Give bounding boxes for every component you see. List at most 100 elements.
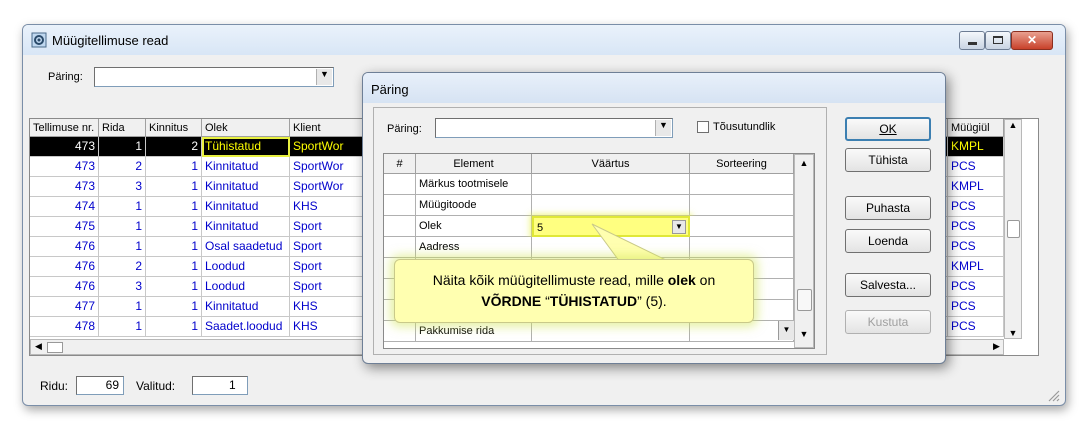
table-cell-unit[interactable]: PCS xyxy=(948,277,1004,297)
close-button[interactable]: ✕ xyxy=(1011,31,1053,50)
table-cell-line[interactable]: 1 xyxy=(99,237,146,257)
col-header-order[interactable]: Tellimuse nr. xyxy=(30,119,99,137)
table-cell-order[interactable]: 473 xyxy=(30,157,99,177)
scroll-thumb[interactable] xyxy=(1007,220,1020,238)
table-cell-order[interactable]: 476 xyxy=(30,237,99,257)
table-cell-confirm[interactable]: 1 xyxy=(146,197,202,217)
criteria-value-cell[interactable] xyxy=(532,174,690,195)
list-button[interactable]: Loenda xyxy=(845,229,931,253)
criteria-scroll-thumb[interactable] xyxy=(797,289,812,311)
table-cell-client[interactable]: KHS xyxy=(290,317,370,337)
table-cell-client[interactable]: SportWor xyxy=(290,157,370,177)
criteria-element-cell[interactable]: Müügitoode xyxy=(416,195,532,216)
criteria-sort-cell[interactable] xyxy=(690,216,794,237)
criteria-value-cell[interactable] xyxy=(532,321,690,342)
table-cell-client[interactable]: Sport xyxy=(290,217,370,237)
table-cell-confirm[interactable]: 2 xyxy=(146,137,202,157)
criteria-sort-cell[interactable] xyxy=(690,174,794,195)
clear-button[interactable]: Puhasta xyxy=(845,196,931,220)
col-header-confirm[interactable]: Kinnitus xyxy=(146,119,202,137)
table-cell-status[interactable]: Kinnitatud xyxy=(202,217,290,237)
chevron-down-icon[interactable]: ▼ xyxy=(778,321,794,340)
query-dropdown[interactable]: ▼ xyxy=(94,67,334,87)
table-cell-unit[interactable]: KMPL xyxy=(948,257,1004,277)
table-cell-order[interactable]: 474 xyxy=(30,197,99,217)
table-cell-status[interactable]: Saadet.loodud xyxy=(202,317,290,337)
table-cell-line[interactable]: 1 xyxy=(99,137,146,157)
table-cell-line[interactable]: 3 xyxy=(99,177,146,197)
table-cell-client[interactable]: KHS xyxy=(290,197,370,217)
table-cell-line[interactable]: 1 xyxy=(99,197,146,217)
criteria-sort-cell[interactable] xyxy=(690,195,794,216)
table-cell-client[interactable]: Sport xyxy=(290,257,370,277)
table-cell-order[interactable]: 475 xyxy=(30,217,99,237)
cancel-button[interactable]: Tühista xyxy=(845,148,931,172)
table-cell-unit[interactable]: PCS xyxy=(948,217,1004,237)
col-header-line[interactable]: Rida xyxy=(99,119,146,137)
table-cell-order[interactable]: 476 xyxy=(30,277,99,297)
dialog-query-dropdown[interactable]: ▼ xyxy=(435,118,673,138)
table-cell-status[interactable]: Kinnitatud xyxy=(202,157,290,177)
criteria-row-index[interactable] xyxy=(384,195,416,216)
criteria-element-cell[interactable]: Olek xyxy=(416,216,532,237)
table-cell-order[interactable]: 476 xyxy=(30,257,99,277)
criteria-row-index[interactable] xyxy=(384,216,416,237)
hscroll-thumb[interactable] xyxy=(47,342,63,353)
table-cell-line[interactable]: 1 xyxy=(99,217,146,237)
save-button[interactable]: Salvesta... xyxy=(845,273,931,297)
table-cell-order[interactable]: 473 xyxy=(30,177,99,197)
minimize-button[interactable] xyxy=(959,31,985,50)
table-cell-line[interactable]: 2 xyxy=(99,257,146,277)
table-cell-status[interactable]: Kinnitatud xyxy=(202,297,290,317)
criteria-scrollbar[interactable]: ▲ ▼ xyxy=(794,154,814,348)
criteria-row-index[interactable] xyxy=(384,174,416,195)
table-cell-confirm[interactable]: 1 xyxy=(146,317,202,337)
delete-button[interactable]: Kustuta xyxy=(845,310,931,334)
criteria-row-index[interactable] xyxy=(384,237,416,258)
table-cell-confirm[interactable]: 1 xyxy=(146,217,202,237)
criteria-element-cell[interactable]: Pakkumise rida xyxy=(416,321,532,342)
resize-grip-icon[interactable] xyxy=(1046,388,1060,402)
table-cell-line[interactable]: 2 xyxy=(99,157,146,177)
table-cell-line[interactable]: 3 xyxy=(99,277,146,297)
table-cell-unit[interactable]: PCS xyxy=(948,157,1004,177)
table-cell-confirm[interactable]: 1 xyxy=(146,257,202,277)
criteria-element-cell[interactable]: Aadress xyxy=(416,237,532,258)
table-cell-client[interactable]: SportWor xyxy=(290,177,370,197)
table-cell-client[interactable]: Sport xyxy=(290,277,370,297)
table-cell-client[interactable]: Sport xyxy=(290,237,370,257)
table-cell-unit[interactable]: PCS xyxy=(948,297,1004,317)
table-cell-confirm[interactable]: 1 xyxy=(146,297,202,317)
criteria-row-index[interactable] xyxy=(384,321,416,342)
table-cell-unit[interactable]: PCS xyxy=(948,197,1004,217)
table-cell-unit[interactable]: PCS xyxy=(948,317,1004,337)
table-cell-order[interactable]: 478 xyxy=(30,317,99,337)
criteria-value-cell[interactable] xyxy=(532,195,690,216)
col-header-status[interactable]: Olek xyxy=(202,119,290,137)
table-cell-status[interactable]: Osal saadetud xyxy=(202,237,290,257)
table-cell-unit[interactable]: PCS xyxy=(948,237,1004,257)
table-cell-status[interactable]: Kinnitatud xyxy=(202,197,290,217)
table-cell-client[interactable]: SportWor xyxy=(290,137,370,157)
table-cell-status[interactable]: Kinnitatud xyxy=(202,177,290,197)
table-cell-confirm[interactable]: 1 xyxy=(146,237,202,257)
table-cell-confirm[interactable]: 1 xyxy=(146,177,202,197)
table-cell-status[interactable]: Loodud xyxy=(202,257,290,277)
table-cell-order[interactable]: 473 xyxy=(30,137,99,157)
ascending-checkbox[interactable] xyxy=(697,121,709,133)
col-header-client[interactable]: Klient xyxy=(290,119,370,137)
col-header-unit[interactable]: Müügiül xyxy=(948,119,1004,137)
table-cell-confirm[interactable]: 1 xyxy=(146,277,202,297)
criteria-element-cell[interactable]: Märkus tootmisele xyxy=(416,174,532,195)
ok-button[interactable]: OK xyxy=(845,117,931,141)
table-cell-client[interactable]: KHS xyxy=(290,297,370,317)
table-cell-order[interactable]: 477 xyxy=(30,297,99,317)
table-cell-unit[interactable]: KMPL xyxy=(948,137,1004,157)
table-cell-status[interactable]: Loodud xyxy=(202,277,290,297)
sort-dropdown[interactable]: ▼ xyxy=(690,321,794,342)
table-cell-confirm[interactable]: 1 xyxy=(146,157,202,177)
vertical-scrollbar[interactable]: ▲ ▼ xyxy=(1004,119,1022,339)
criteria-sort-cell[interactable] xyxy=(690,237,794,258)
table-cell-status[interactable]: Tühistatud xyxy=(202,137,290,157)
table-cell-unit[interactable]: KMPL xyxy=(948,177,1004,197)
